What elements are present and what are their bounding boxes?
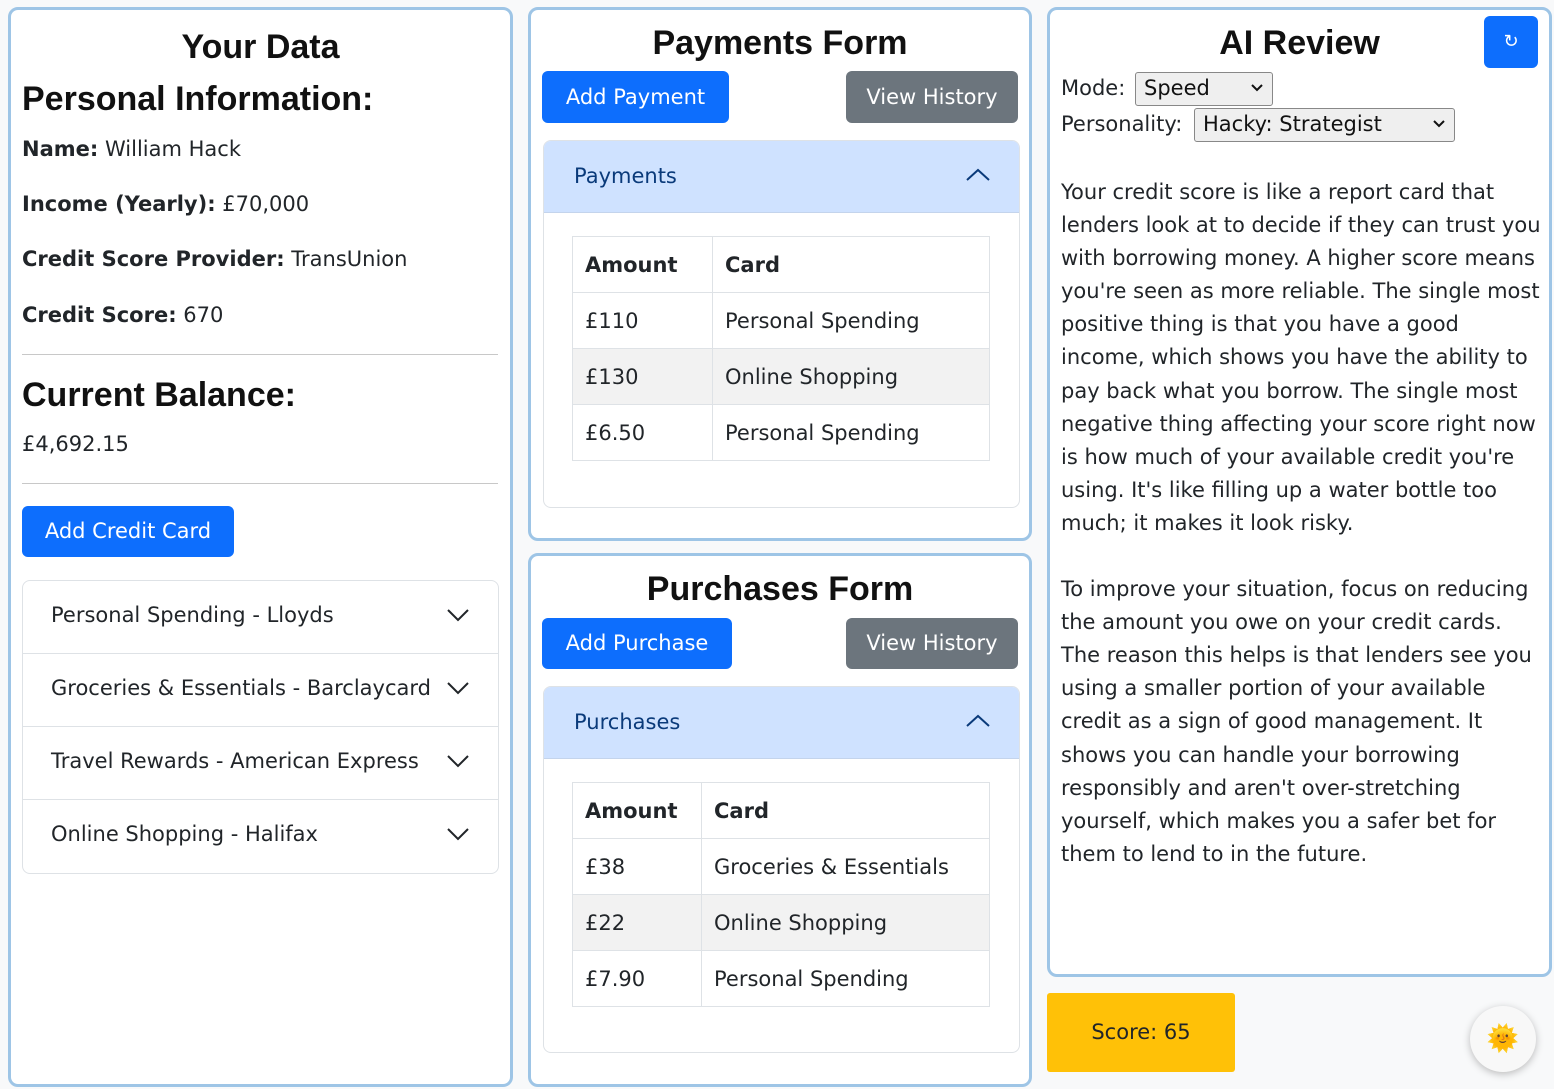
card-cell: Groceries & Essentials: [701, 838, 990, 895]
amount-cell: £22: [572, 894, 702, 951]
your-data-title: Your Data: [181, 28, 340, 66]
purchases-section-label: Purchases: [574, 710, 681, 734]
card-item-label: Online Shopping - Halifax: [51, 822, 318, 846]
table-row: £110 Personal Spending: [572, 292, 990, 349]
refresh-icon: ↻: [1503, 31, 1519, 52]
chevron-down-icon: [447, 828, 469, 841]
purchases-accordion: Purchases Amount Card £38 Groceries & Es…: [543, 686, 1020, 1053]
table-row: £38 Groceries & Essentials: [572, 838, 990, 895]
income-label: Income (Yearly):: [22, 192, 216, 216]
name-label: Name:: [22, 137, 99, 161]
card-cell: Online Shopping: [712, 348, 990, 405]
income-value: £70,000: [222, 192, 310, 216]
amount-cell: £7.90: [572, 950, 702, 1007]
table-row: £22 Online Shopping: [572, 894, 990, 951]
payments-accordion-header[interactable]: Payments: [544, 141, 1019, 213]
card-item-groceries[interactable]: Groceries & Essentials - Barclaycard: [23, 654, 498, 727]
personality-select-value: Hacky: Strategist: [1203, 112, 1382, 136]
chevron-down-icon: [1251, 84, 1263, 92]
personality-select[interactable]: Hacky: Strategist: [1194, 108, 1455, 142]
mode-select-value: Speed: [1144, 76, 1210, 100]
credit-score-label: Credit Score:: [22, 303, 177, 327]
ai-review-title: AI Review: [1219, 24, 1380, 62]
column-header: Amount: [572, 236, 713, 293]
column-header: Amount: [572, 782, 702, 839]
column-header: Card: [712, 236, 990, 293]
chevron-down-icon: [1433, 120, 1445, 128]
chevron-up-icon: [966, 714, 990, 727]
card-item-label: Travel Rewards - American Express: [51, 749, 419, 773]
purchases-table: Amount Card £38 Groceries & Essentials £…: [572, 782, 990, 1007]
amount-cell: £130: [572, 348, 713, 405]
payments-accordion: Payments Amount Card £110 Personal Spend…: [543, 140, 1020, 508]
chevron-down-icon: [447, 682, 469, 695]
card-cell: Personal Spending: [712, 292, 990, 349]
card-cell: Personal Spending: [712, 404, 990, 461]
view-purchase-history-button[interactable]: View History: [846, 618, 1018, 669]
card-item-personal-spending[interactable]: Personal Spending - Lloyds: [23, 581, 498, 654]
amount-cell: £38: [572, 838, 702, 895]
chevron-down-icon: [447, 755, 469, 768]
sun-face-icon: 🌞: [1486, 1024, 1520, 1054]
card-item-travel-rewards[interactable]: Travel Rewards - American Express: [23, 727, 498, 800]
review-paragraph: To improve your situation, focus on redu…: [1061, 577, 1532, 866]
divider: [22, 483, 498, 484]
review-paragraph: Your credit score is like a report card …: [1061, 180, 1541, 535]
assistant-button[interactable]: 🌞: [1470, 1006, 1536, 1072]
payments-table: Amount Card £110 Personal Spending £130 …: [572, 236, 990, 461]
amount-cell: £110: [572, 292, 713, 349]
card-item-label: Groceries & Essentials - Barclaycard: [51, 676, 431, 700]
score-badge: Score: 65: [1047, 993, 1235, 1072]
name-row: Name: William Hack: [22, 137, 241, 161]
balance-value: £4,692.15: [22, 432, 129, 456]
table-header-row: Amount Card: [572, 782, 990, 839]
chevron-up-icon: [966, 168, 990, 181]
refresh-button[interactable]: ↻: [1484, 16, 1538, 68]
table-row: £7.90 Personal Spending: [572, 950, 990, 1007]
amount-cell: £6.50: [572, 404, 713, 461]
card-cell: Online Shopping: [701, 894, 990, 951]
current-balance-heading: Current Balance:: [22, 376, 296, 414]
ai-review-text: Your credit score is like a report card …: [1061, 176, 1541, 904]
table-row: £6.50 Personal Spending: [572, 404, 990, 461]
table-header-row: Amount Card: [572, 236, 990, 293]
add-credit-card-button[interactable]: Add Credit Card: [22, 506, 234, 557]
provider-value: TransUnion: [291, 247, 408, 271]
credit-score-value: 670: [183, 303, 224, 327]
purchases-accordion-header[interactable]: Purchases: [544, 687, 1019, 759]
column-header: Card: [701, 782, 990, 839]
card-cell: Personal Spending: [701, 950, 990, 1007]
payments-section-label: Payments: [574, 164, 677, 188]
chevron-down-icon: [447, 609, 469, 622]
provider-row: Credit Score Provider: TransUnion: [22, 247, 407, 271]
income-row: Income (Yearly): £70,000: [22, 192, 309, 216]
purchases-form-title: Purchases Form: [646, 570, 914, 608]
credit-score-row: Credit Score: 670: [22, 303, 223, 327]
mode-label: Mode:: [1061, 76, 1126, 100]
payments-form-title: Payments Form: [652, 24, 908, 62]
name-value: William Hack: [104, 137, 241, 161]
mode-select[interactable]: Speed: [1135, 72, 1273, 106]
payments-form-panel: Payments Form Add Payment View History P…: [528, 7, 1032, 541]
credit-cards-accordion: Personal Spending - Lloyds Groceries & E…: [22, 580, 499, 874]
table-row: £130 Online Shopping: [572, 348, 990, 405]
provider-label: Credit Score Provider:: [22, 247, 285, 271]
view-payment-history-button[interactable]: View History: [846, 71, 1018, 123]
personality-label: Personality:: [1061, 112, 1183, 136]
add-payment-button[interactable]: Add Payment: [542, 71, 729, 123]
card-item-label: Personal Spending - Lloyds: [51, 603, 334, 627]
personal-info-heading: Personal Information:: [22, 80, 374, 118]
purchases-form-panel: Purchases Form Add Purchase View History…: [528, 553, 1032, 1087]
divider: [22, 354, 498, 355]
card-item-online-shopping[interactable]: Online Shopping - Halifax: [23, 800, 498, 873]
add-purchase-button[interactable]: Add Purchase: [542, 618, 732, 669]
